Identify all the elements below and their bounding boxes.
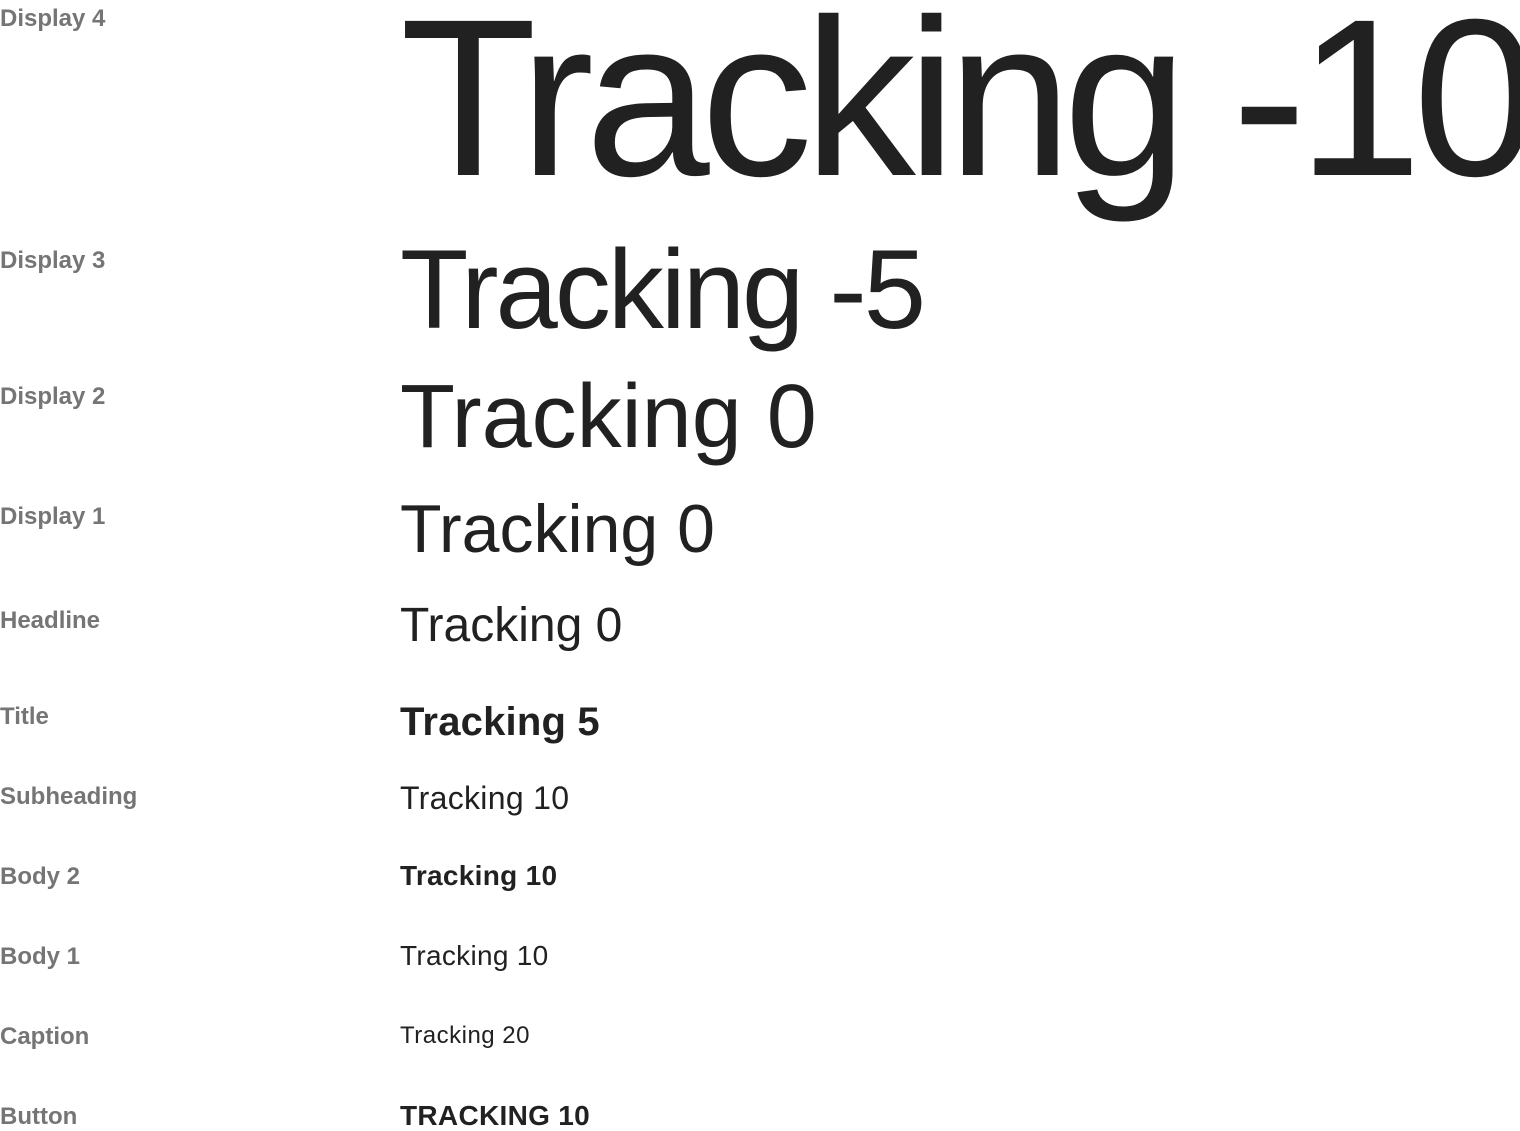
sample-display-1: Tracking 0 [400, 491, 715, 567]
sample-headline: Tracking 0 [400, 599, 623, 652]
style-label-display-1: Display 1 [0, 503, 106, 530]
style-label-title: Title [0, 703, 49, 730]
sample-title: Tracking 5 [400, 700, 600, 744]
sample-display-3: Tracking -5 [400, 227, 926, 352]
sample-body-1: Tracking 10 [400, 940, 549, 971]
sample-subheading: Tracking 10 [400, 780, 570, 816]
style-label-subheading: Subheading [0, 783, 138, 810]
style-label-display-2: Display 2 [0, 383, 106, 410]
style-label-headline: Headline [0, 607, 101, 634]
sample-caption: Tracking 20 [400, 1022, 530, 1049]
style-label-button: Button [0, 1103, 78, 1130]
style-label-display-4: Display 4 [0, 5, 106, 32]
style-label-caption: Caption [0, 1023, 90, 1050]
sample-body-2: Tracking 10 [400, 860, 558, 891]
style-label-body-2: Body 2 [0, 863, 81, 890]
sample-button: TRACKING 10 [400, 1100, 590, 1131]
style-label-body-1: Body 1 [0, 943, 81, 970]
style-label-display-3: Display 3 [0, 247, 106, 274]
sample-display-4: Tracking -10 [400, 0, 1520, 223]
sample-display-2: Tracking 0 [400, 367, 817, 467]
